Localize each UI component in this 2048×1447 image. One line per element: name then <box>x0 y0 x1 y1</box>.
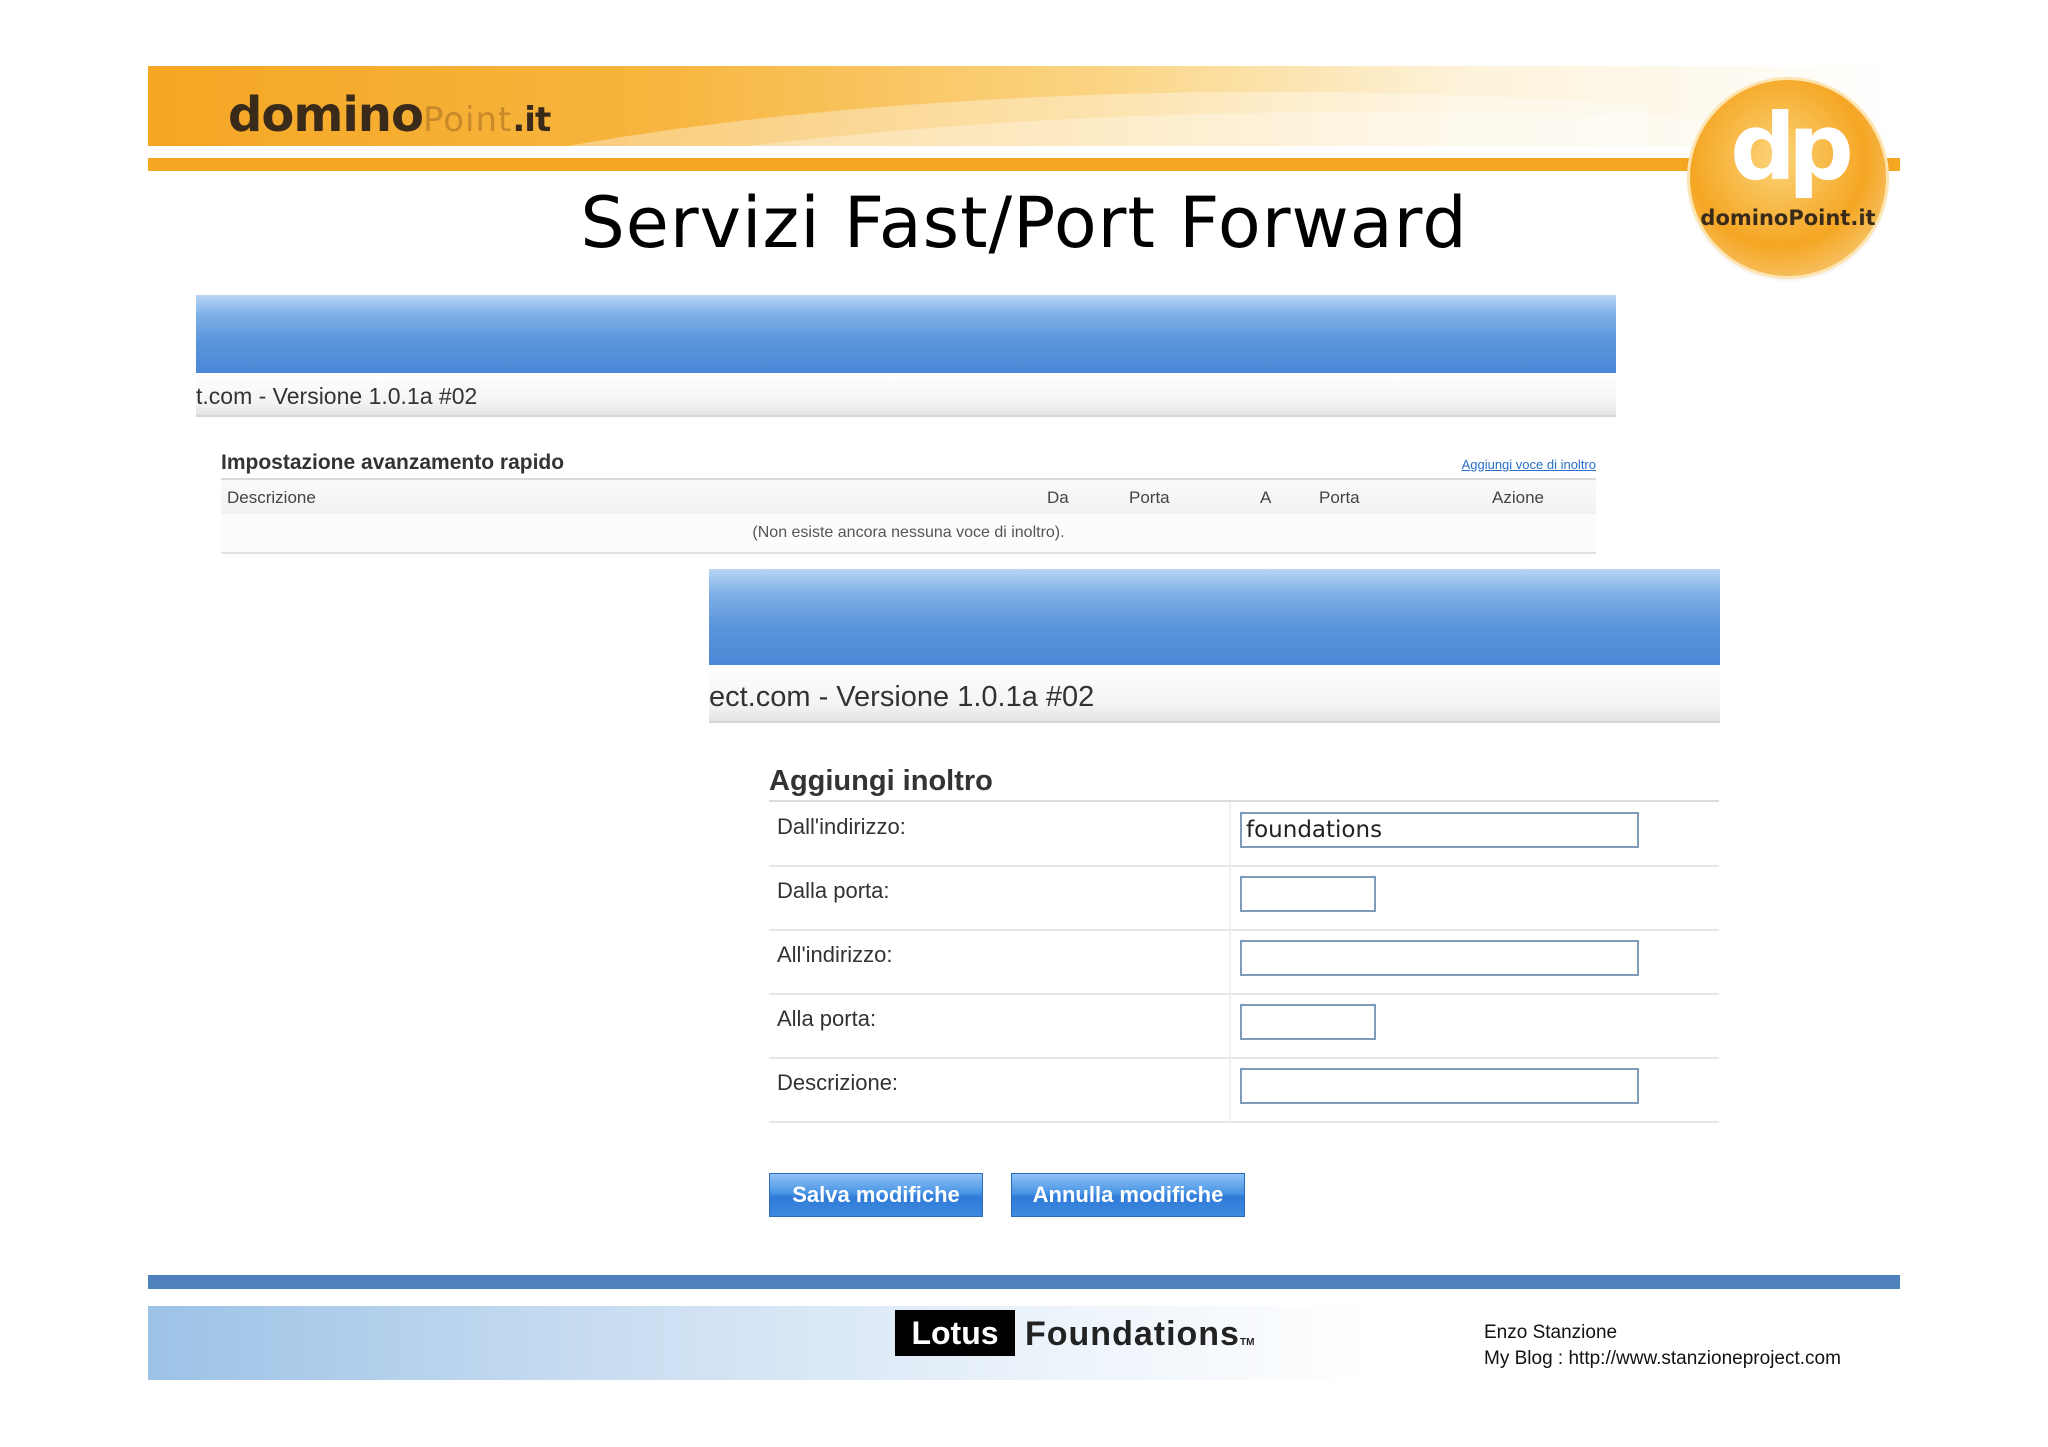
screenshot-add-forward-form: ect.com - Versione 1.0.1a #02 Aggiungi i… <box>709 569 1720 1259</box>
author-credits: Enzo Stanzione My Blog : http://www.stan… <box>1484 1320 1841 1372</box>
from-address-label: Dall'indirizzo: <box>777 814 906 839</box>
dominopoint-logo: dominoPoint.it <box>228 91 551 140</box>
version-text: t.com - Versione 1.0.1a #02 <box>196 383 478 409</box>
column-header: Da <box>1047 488 1069 507</box>
slide-title: Servizi Fast/Port Forward <box>580 182 1468 264</box>
form-row-from-port: Dalla porta: <box>769 866 1719 931</box>
from-address-input[interactable] <box>1240 812 1639 848</box>
foundations-logo: FoundationsTM <box>1025 1312 1254 1365</box>
to-port-input[interactable] <box>1240 1004 1376 1040</box>
column-header: Porta <box>1319 488 1360 507</box>
row-divider <box>1229 802 1231 865</box>
column-header: Azione <box>1492 488 1544 507</box>
cancel-changes-button[interactable]: Annulla modifiche <box>1011 1173 1245 1217</box>
form-row-description: Descrizione: <box>769 1058 1719 1123</box>
version-text: ect.com - Versione 1.0.1a #02 <box>709 681 1095 713</box>
empty-table-message: (Non esiste ancora nessuna voce di inolt… <box>221 514 1596 554</box>
brand-tld: .it <box>512 100 551 140</box>
form-row-to-port: Alla porta: <box>769 994 1719 1059</box>
lotus-logo: Lotus <box>895 1310 1015 1356</box>
form-row-from-address: Dall'indirizzo: <box>769 802 1719 867</box>
to-address-input[interactable] <box>1240 940 1639 976</box>
blog-url: My Blog : http://www.stanzioneproject.co… <box>1484 1348 1841 1369</box>
brand-name: domino <box>228 87 424 143</box>
column-header: Porta <box>1129 488 1170 507</box>
form-title: Aggiungi inoltro <box>769 765 1719 802</box>
row-divider <box>1229 1058 1231 1121</box>
from-port-input[interactable] <box>1240 876 1376 912</box>
screenshot-forwarding-table: t.com - Versione 1.0.1a #02 Impostazione… <box>196 295 1616 560</box>
to-port-label: Alla porta: <box>777 1006 877 1031</box>
column-header: A <box>1260 488 1272 507</box>
table-header: Descrizione Da Porta A Porta Azione <box>221 478 1596 516</box>
foundations-text: Foundations <box>1025 1315 1240 1353</box>
app-header-band <box>709 569 1720 665</box>
form-row-to-address: All'indirizzo: <box>769 930 1719 995</box>
trademark-mark: TM <box>1239 1337 1255 1348</box>
to-address-label: All'indirizzo: <box>777 942 893 967</box>
description-label: Descrizione: <box>777 1070 899 1095</box>
table-title: Impostazione avanzamento rapido <box>221 451 565 474</box>
from-port-label: Dalla porta: <box>777 878 890 903</box>
column-header: Descrizione <box>227 488 316 507</box>
row-divider <box>1229 866 1231 929</box>
save-changes-button[interactable]: Salva modifiche <box>769 1173 983 1217</box>
row-divider <box>1229 930 1231 993</box>
blue-rule <box>148 1275 1900 1289</box>
brand-suffix: Point <box>422 100 513 140</box>
app-header-band <box>196 295 1616 373</box>
add-forward-entry-link[interactable]: Aggiungi voce di inoltro <box>1462 457 1596 472</box>
author-name: Enzo Stanzione <box>1484 1322 1618 1343</box>
row-divider <box>1229 994 1231 1057</box>
orange-rule <box>148 158 1900 171</box>
description-input[interactable] <box>1240 1068 1639 1104</box>
